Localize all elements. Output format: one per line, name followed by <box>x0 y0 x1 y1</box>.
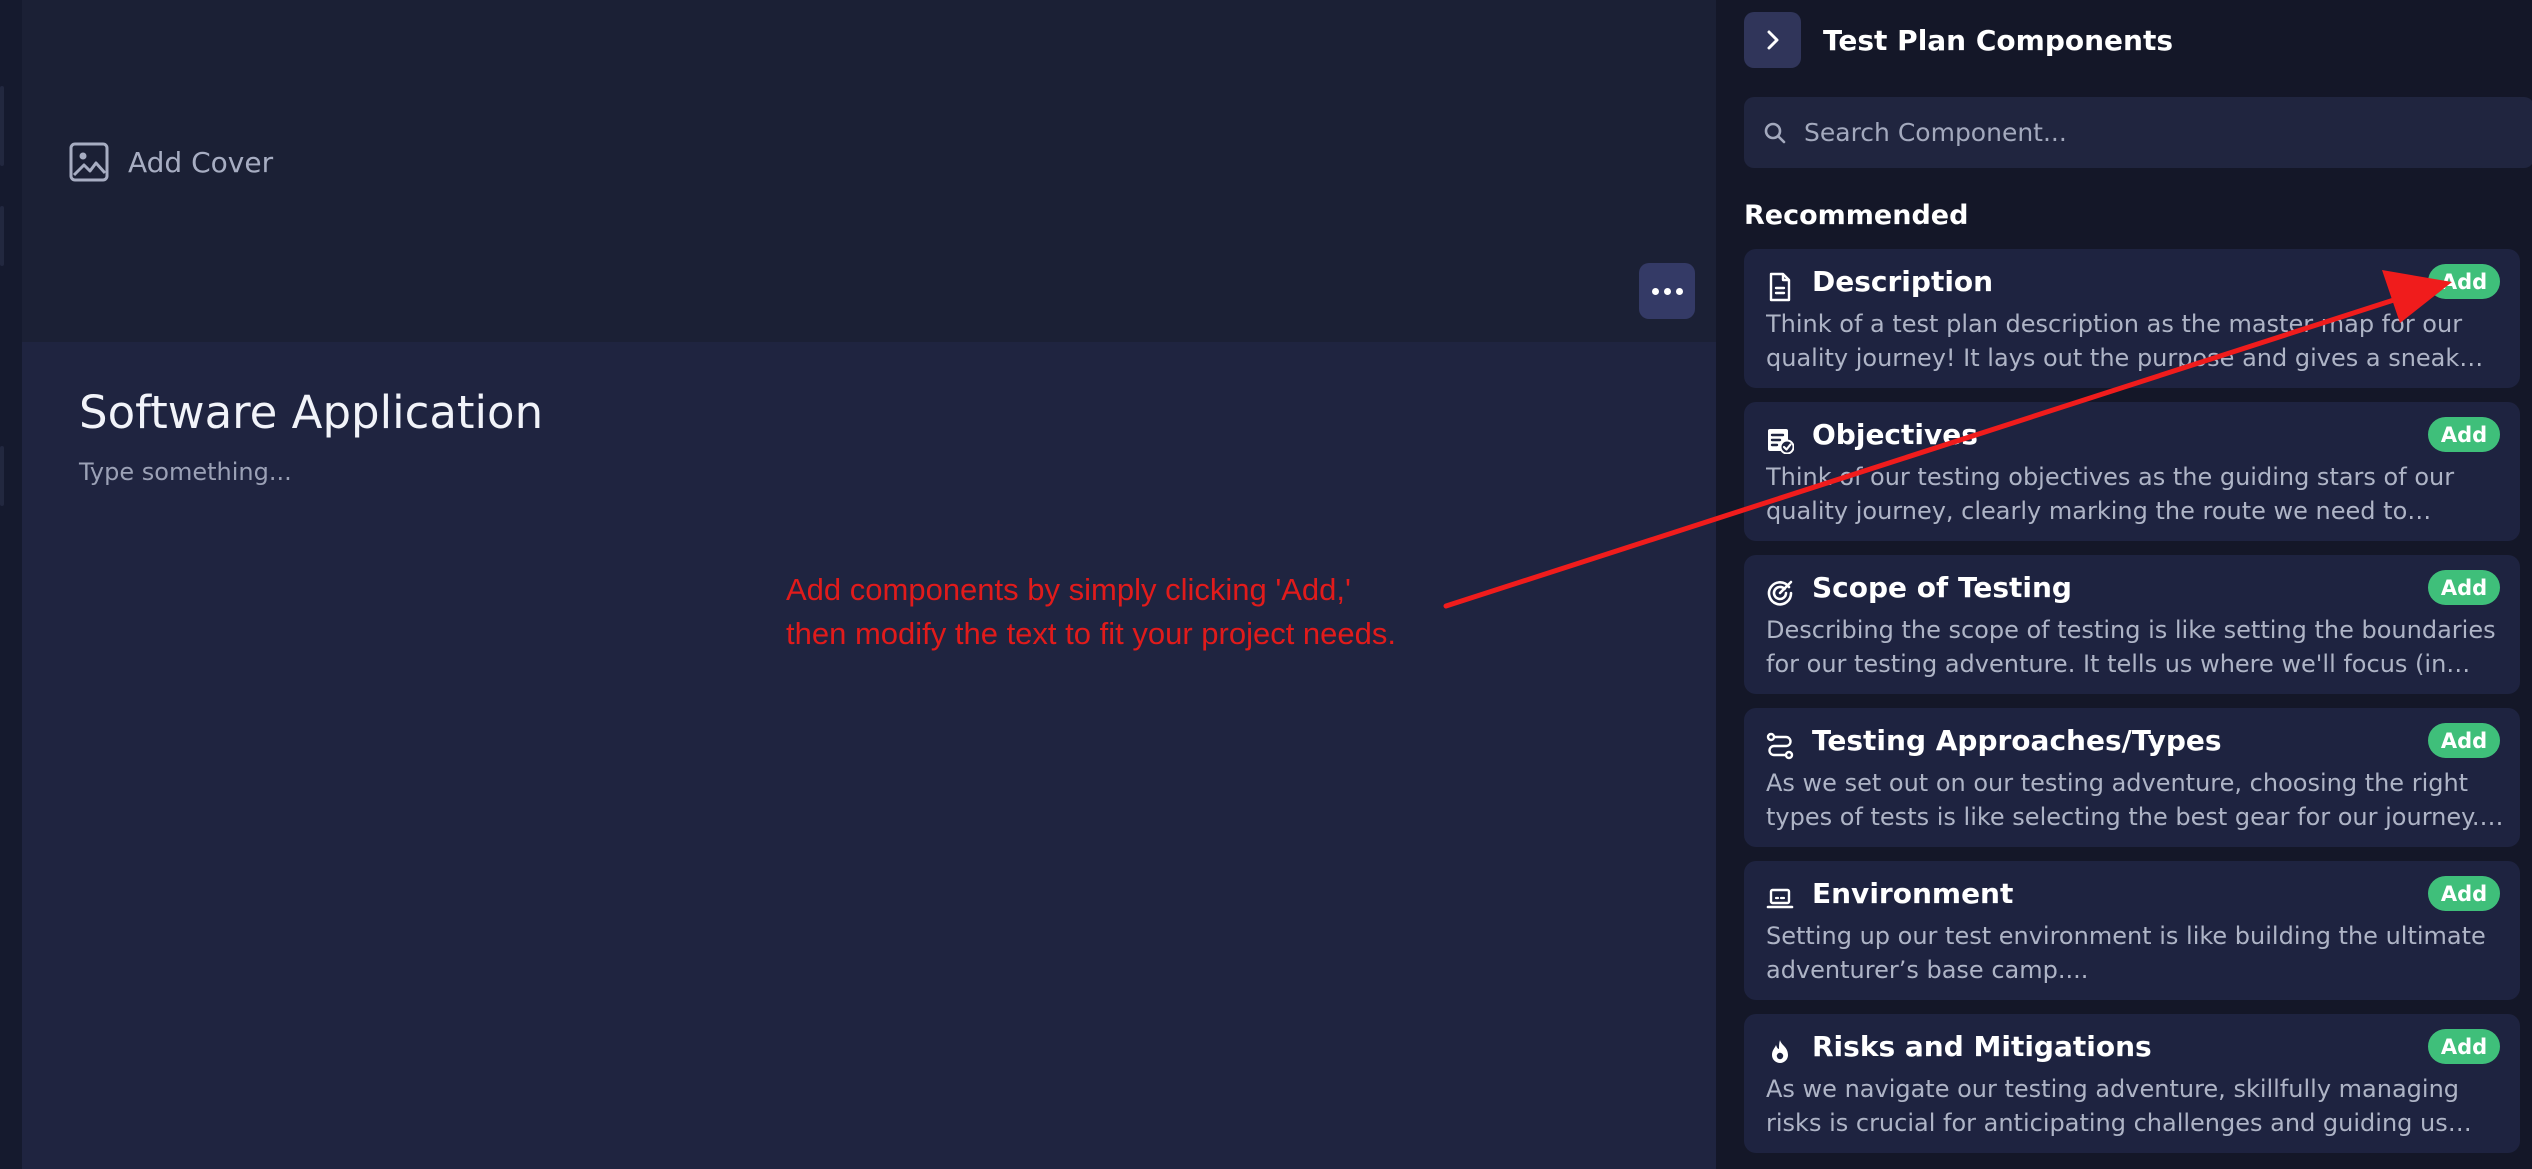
laptop-icon <box>1766 883 1794 915</box>
collapse-panel-button[interactable] <box>1744 12 1801 68</box>
component-description: Think of a test plan description as the … <box>1766 310 2463 372</box>
annotation-line: then modify the text to fit your project… <box>786 616 1396 651</box>
section-title-recommended: Recommended <box>1744 200 1969 231</box>
search-box[interactable] <box>1744 97 2532 168</box>
add-component-button[interactable]: Add <box>2428 723 2500 758</box>
target-icon <box>1766 577 1794 609</box>
add-component-button[interactable]: Add <box>2428 417 2500 452</box>
component-title: Scope of Testing <box>1812 571 2072 604</box>
add-cover-label: Add Cover <box>128 145 274 179</box>
component-title: Environment <box>1812 877 2014 910</box>
rail-marker <box>0 86 4 166</box>
component-card-risks[interactable]: Risks and Mitigations Add As we navigate… <box>1744 1014 2520 1153</box>
search-icon <box>1764 122 1786 143</box>
panel-header: Test Plan Components <box>1744 12 2173 68</box>
component-card-scope[interactable]: Scope of Testing Add Describing the scop… <box>1744 555 2520 694</box>
add-cover-button[interactable]: Add Cover <box>68 140 273 184</box>
component-description: As we navigate our testing adventure, sk… <box>1766 1075 2460 1137</box>
checklist-icon <box>1766 424 1794 456</box>
add-component-button[interactable]: Add <box>2428 570 2500 605</box>
left-rail <box>0 0 22 1169</box>
component-card-description[interactable]: Description Add Think of a test plan des… <box>1744 249 2520 388</box>
components-panel: Test Plan Components Recommended Descrip… <box>1716 0 2532 1169</box>
component-description: Describing the scope of testing is like … <box>1766 616 2496 678</box>
chevron-right-icon <box>1767 30 1778 50</box>
cover-area: Add Cover <box>22 0 1716 342</box>
component-description: As we set out on our testing adventure, … <box>1766 769 2480 831</box>
component-card-environment[interactable]: Environment Add Setting up our test envi… <box>1744 861 2520 1000</box>
image-icon <box>69 142 109 182</box>
more-dots-icon <box>1651 287 1659 295</box>
rail-marker <box>0 446 4 506</box>
component-description: Think of our testing objectives as the g… <box>1766 463 2455 525</box>
flame-icon <box>1766 1036 1794 1068</box>
annotation-text: Add components by simply clicking 'Add,'… <box>786 568 1396 656</box>
body-placeholder[interactable]: Type something... <box>79 458 292 486</box>
add-component-button[interactable]: Add <box>2428 876 2500 911</box>
search-input[interactable] <box>1802 117 2502 148</box>
document-icon <box>1766 271 1794 303</box>
component-description: Setting up our test environment is like … <box>1766 922 2486 984</box>
app-root: Add Cover Software Application Type some… <box>0 0 2532 1169</box>
more-options-button[interactable] <box>1639 263 1695 319</box>
component-title: Description <box>1812 265 1994 298</box>
page-title[interactable]: Software Application <box>79 386 543 439</box>
add-component-button[interactable]: Add <box>2428 264 2500 299</box>
panel-title: Test Plan Components <box>1823 23 2174 57</box>
component-card-objectives[interactable]: Objectives Add Think of our testing obje… <box>1744 402 2520 541</box>
add-component-button[interactable]: Add <box>2428 1029 2500 1064</box>
rail-marker <box>0 206 4 266</box>
component-title: Testing Approaches/Types <box>1812 724 2222 757</box>
route-icon <box>1766 730 1794 762</box>
more-dots-icon <box>1675 287 1683 295</box>
component-card-approaches[interactable]: Testing Approaches/Types Add As we set o… <box>1744 708 2520 847</box>
component-title: Objectives <box>1812 418 1978 451</box>
component-title: Risks and Mitigations <box>1812 1030 2152 1063</box>
more-dots-icon <box>1663 287 1671 295</box>
annotation-line: Add components by simply clicking 'Add,' <box>786 572 1351 607</box>
